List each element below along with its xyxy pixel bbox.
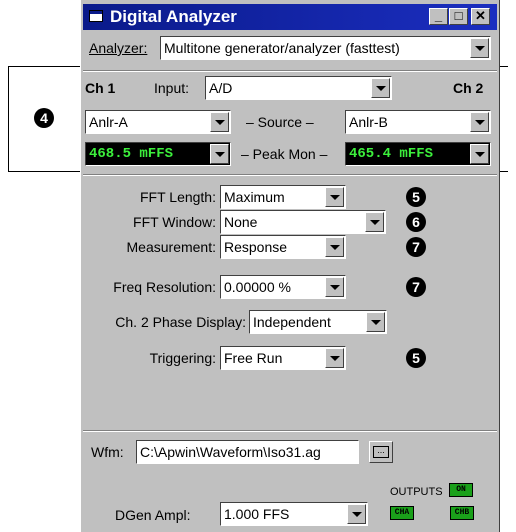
callout-6: 6 (406, 212, 426, 232)
ch1-source-select[interactable]: Anlr-A (85, 110, 231, 134)
chevron-down-icon[interactable] (470, 38, 489, 58)
output-cha-toggle[interactable]: CHA (390, 506, 414, 520)
callout-7b: 7 (406, 277, 426, 297)
fft-window-select[interactable]: None (220, 210, 386, 234)
input-select[interactable]: A/D (205, 76, 392, 100)
freq-resolution-label: Freq Resolution: (113, 279, 216, 295)
close-button[interactable]: ✕ (471, 8, 490, 25)
input-label: Input: (154, 80, 190, 96)
maximize-button[interactable]: □ (449, 8, 468, 25)
browse-button[interactable]: ... (369, 441, 393, 463)
chevron-down-icon[interactable] (210, 144, 229, 164)
ch2-source-select[interactable]: Anlr-B (345, 110, 491, 134)
ch1-label: Ch 1 (85, 80, 116, 96)
chevron-down-icon[interactable] (325, 237, 344, 257)
measurement-select[interactable]: Response (220, 235, 346, 259)
dgen-ampl-label: DGen Ampl: (115, 507, 191, 523)
chevron-down-icon[interactable] (210, 112, 229, 132)
divider (83, 70, 497, 72)
callout-5a: 5 (406, 187, 426, 207)
analyzer-value: Multitone generator/analyzer (fasttest) (164, 40, 400, 56)
analyzer-label: Analyzer: (89, 40, 148, 56)
chevron-down-icon[interactable] (325, 348, 344, 368)
chevron-down-icon[interactable] (371, 78, 390, 98)
fft-length-select[interactable]: Maximum (220, 185, 346, 209)
chevron-down-icon[interactable] (347, 504, 366, 524)
ch2-peak-monitor[interactable]: 465.4 mFFS (345, 142, 491, 166)
chevron-down-icon[interactable] (470, 112, 489, 132)
phase-display-label: Ch. 2 Phase Display: (115, 314, 246, 330)
phase-display-select[interactable]: Independent (249, 310, 387, 334)
source-label: – Source – (246, 114, 314, 130)
digital-analyzer-window: Digital Analyzer _ □ ✕ Analyzer: Multito… (80, 0, 500, 532)
measurement-label: Measurement: (126, 239, 216, 255)
dgen-ampl-select[interactable]: 1.000 FFS (220, 502, 368, 526)
callout-5b: 5 (406, 348, 426, 368)
divider (83, 430, 497, 432)
ch2-label: Ch 2 (453, 80, 484, 96)
chevron-down-icon[interactable] (325, 187, 344, 207)
title-bar[interactable]: Digital Analyzer _ □ ✕ (83, 4, 497, 30)
minimize-button[interactable]: _ (429, 8, 448, 25)
peak-mon-label: – Peak Mon – (241, 146, 328, 162)
callout-frame-left (8, 66, 9, 172)
callout-4: 4 (34, 108, 54, 128)
triggering-label: Triggering: (149, 350, 216, 366)
window-title: Digital Analyzer (110, 7, 237, 26)
outputs-on-indicator[interactable]: ON (449, 483, 473, 497)
divider (83, 174, 497, 176)
output-chb-toggle[interactable]: CHB (450, 506, 474, 520)
analyzer-select[interactable]: Multitone generator/analyzer (fasttest) (160, 36, 491, 60)
outputs-label: OUTPUTS (390, 486, 443, 498)
triggering-select[interactable]: Free Run (220, 346, 346, 370)
chevron-down-icon[interactable] (366, 312, 385, 332)
waveform-path-field[interactable]: C:\Apwin\Waveform\Iso31.ag (136, 440, 359, 464)
fft-window-label: FFT Window: (133, 214, 216, 230)
window-icon (89, 10, 103, 22)
chevron-down-icon[interactable] (365, 212, 384, 232)
callout-7a: 7 (406, 237, 426, 257)
fft-length-label: FFT Length: (139, 189, 216, 205)
freq-resolution-select[interactable]: 0.00000 % (220, 275, 346, 299)
folder-icon: ... (373, 446, 389, 458)
waveform-label: Wfm: (91, 444, 124, 460)
ch1-peak-monitor[interactable]: 468.5 mFFS (85, 142, 231, 166)
chevron-down-icon[interactable] (470, 144, 489, 164)
chevron-down-icon[interactable] (325, 277, 344, 297)
